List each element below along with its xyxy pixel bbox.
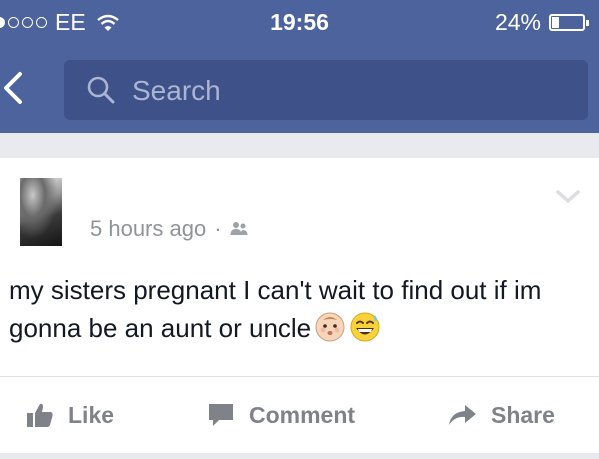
post-text: my sisters pregnant I can't wait to find… — [9, 271, 589, 347]
search-input[interactable]: Search — [64, 60, 588, 120]
post-message: my sisters pregnant I can't wait to find… — [9, 275, 542, 343]
post-actions: Like Comment Share — [0, 377, 599, 453]
sweat-smile-emoji — [350, 312, 380, 342]
comment-icon — [209, 404, 233, 426]
chevron-left-icon[interactable] — [0, 68, 30, 108]
friends-icon[interactable] — [230, 221, 248, 237]
avatar[interactable] — [20, 178, 62, 246]
status-bar: EE 19:56 24% — [0, 0, 599, 46]
chevron-down-icon[interactable] — [555, 189, 581, 205]
nav-row: Search — [0, 46, 599, 133]
battery-level-fill — [552, 17, 559, 28]
comment-label: Comment — [249, 401, 356, 428]
feed-gap — [0, 133, 599, 158]
post-meta: 5 hours ago · — [90, 216, 248, 242]
top-bar: EE 19:56 24% Search — [0, 0, 599, 133]
comment-button[interactable]: Comment — [207, 377, 355, 453]
post-card: 5 hours ago · my sisters pregnant I can'… — [0, 158, 599, 459]
share-label: Share — [491, 401, 555, 428]
share-arrow-icon — [449, 405, 476, 425]
like-label: Like — [68, 401, 115, 428]
battery-percent: 24% — [494, 9, 541, 35]
card-bottom-edge — [0, 453, 599, 459]
thumbs-up-icon — [27, 403, 53, 427]
post-timestamp[interactable]: 5 hours ago — [90, 216, 206, 242]
status-right: 24% — [494, 9, 589, 36]
meta-separator: · — [214, 216, 222, 241]
search-icon — [87, 76, 115, 104]
like-button[interactable]: Like — [26, 377, 114, 453]
search-placeholder: Search — [132, 75, 221, 106]
battery-icon — [549, 14, 589, 31]
share-button[interactable]: Share — [447, 377, 555, 453]
baby-face-emoji — [315, 312, 345, 342]
